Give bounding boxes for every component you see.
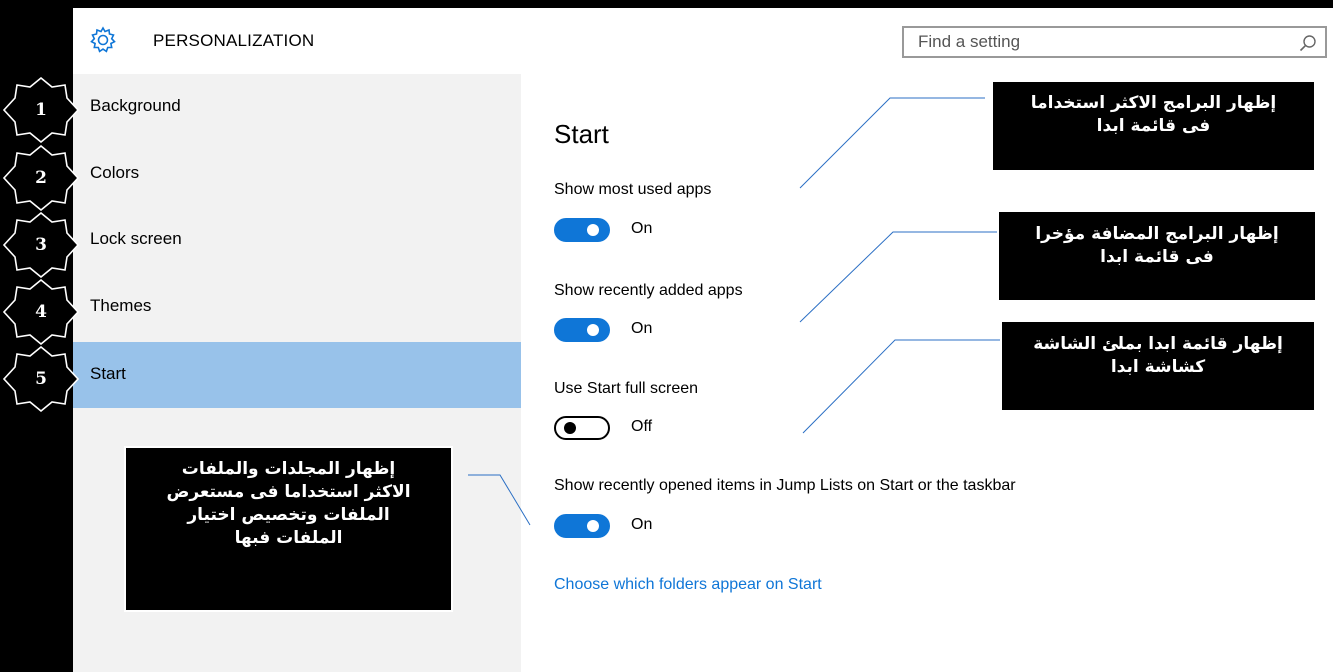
callout-line: إظهار البرامج المضافة مؤخرا — [1035, 224, 1279, 244]
callout-jump-lists: إظهار المجلدات والملفات الاكثر استخداما … — [124, 446, 453, 612]
connector-recently-added — [799, 231, 997, 323]
badge-2: 2 — [3, 145, 79, 211]
badge-4: 4 — [3, 279, 79, 345]
connector-most-used — [799, 97, 985, 189]
callout-line: الاكثر استخداما فى مستعرض — [166, 481, 411, 502]
callout-start-full-screen: إظهار قائمة ابدا بملئ الشاشة كشاشة ابدا — [1000, 320, 1316, 412]
callout-line: فى قائمة ابدا — [1096, 115, 1211, 136]
connector-full-screen — [802, 339, 1002, 434]
callout-line: كشاشة ابدا — [1110, 356, 1206, 377]
connector-jump-lists — [468, 474, 531, 526]
callout-recently-added-apps: إظهار البرامج المضافة مؤخرا فى قائمة ابد… — [997, 210, 1317, 302]
badge-number: 4 — [35, 302, 47, 322]
badge-number: 2 — [35, 168, 47, 188]
badge-number: 1 — [35, 100, 47, 120]
badge-5: 5 — [3, 346, 79, 412]
callout-line: الملفات فبها — [234, 527, 343, 548]
badge-number: 5 — [35, 369, 47, 389]
callout-line: إظهار البرامج الاكثر استخداما — [1030, 93, 1277, 113]
callout-line: فى قائمة ابدا — [1100, 246, 1214, 267]
callout-line: الملفات وتخصيص اختيار — [187, 504, 390, 525]
badge-3: 3 — [3, 212, 79, 278]
callout-line: إظهار المجلدات والملفات — [181, 459, 396, 479]
badge-1: 1 — [3, 77, 79, 143]
callout-line: إظهار قائمة ابدا بملئ الشاشة — [1033, 334, 1283, 354]
callout-most-used-apps: إظهار البرامج الاكثر استخداما فى قائمة ا… — [991, 80, 1316, 172]
badge-number: 3 — [35, 235, 47, 255]
